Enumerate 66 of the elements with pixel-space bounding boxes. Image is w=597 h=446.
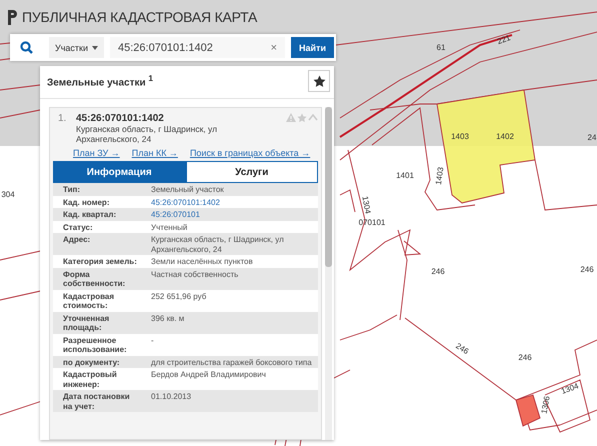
field-label: Кадастровый инженер: — [63, 370, 118, 389]
parcel-label: 1402 — [496, 132, 514, 142]
field-link[interactable]: 45:26:070101 — [151, 210, 200, 219]
object-link[interactable]: План ЗУ → — [73, 148, 120, 158]
field-value: для строительства гаражей боксового типа — [151, 358, 313, 367]
parcel-label: 1401 — [396, 171, 414, 180]
parcel-label: 246 — [431, 267, 445, 276]
parcel-label: 246 — [454, 341, 470, 356]
logo-icon — [8, 10, 17, 24]
field-value: Земли населённых пунктов — [151, 257, 254, 266]
field-label: Кад. квартал: — [63, 210, 118, 220]
field-label: Кад. номер: — [63, 198, 110, 207]
field-label: Дата постановки на учет: — [63, 392, 131, 411]
parcel-label: 61 — [436, 43, 446, 52]
parcel-label: 246 — [518, 353, 532, 362]
panel-tab[interactable]: Услуги — [186, 161, 318, 183]
find-button[interactable]: Найти — [291, 37, 334, 58]
highlighted-parcel — [515, 394, 541, 427]
parcel-address: Курганская область, г Шадринск, ул Архангельского, 24 — [76, 124, 218, 144]
parcel-label: 24 — [588, 133, 596, 142]
field-label: Тип: — [63, 185, 81, 194]
field-value: Учтенный — [151, 222, 188, 232]
field-label: Адрес: — [63, 235, 92, 246]
field-label: Статус: — [63, 222, 94, 232]
field-value: - — [151, 336, 155, 346]
category-dropdown[interactable]: Участки — [49, 37, 104, 58]
field-value: Частная собственность — [151, 270, 240, 280]
cadastral-number[interactable]: 45:26:070101:1402 — [76, 113, 280, 124]
field-label: Уточненная площадь: — [63, 314, 110, 332]
caret-icon[interactable] — [308, 113, 318, 122]
field-value: 01.10.2013 — [151, 392, 192, 403]
field-value: 396 кв. м — [151, 314, 186, 324]
field-label: Кадастровая стоимость: — [63, 292, 116, 310]
object-link[interactable]: План КК → — [132, 148, 178, 158]
field-link[interactable]: 45:26:070101:1402 — [151, 198, 220, 206]
favorites-button[interactable] — [308, 70, 330, 92]
parcel-label: 1306 — [540, 395, 552, 414]
search-field[interactable]: 45:26:070101:1402 × — [110, 37, 286, 58]
field-value: Курганская область, г Шадринск, ул Архангельского, 24 — [151, 235, 285, 254]
app-title: ПУБЛИЧНАЯ КАДАСТРОВАЯ КАРТА — [22, 9, 258, 25]
parcel-label: 246 — [580, 265, 594, 274]
star-icon[interactable] — [297, 113, 307, 123]
object-link[interactable]: Поиск в границах объекта → — [190, 148, 310, 158]
field-value: Земельный участок — [151, 185, 225, 194]
field-label: Форма собственности: — [63, 270, 126, 288]
star-icon — [312, 74, 326, 88]
field-label: Разрешенное использование: — [63, 336, 128, 354]
field-label: Категория земель: — [63, 257, 138, 266]
parcel-label: 1403 — [451, 132, 469, 142]
parcel-label: 1403 — [434, 166, 446, 186]
warning-icon[interactable] — [286, 113, 296, 122]
parcel-label: 221 — [496, 33, 512, 46]
results-heading: Земельные участки $^{1}$ — [47, 73, 154, 89]
field-label: по документу: — [63, 358, 121, 367]
scrollbar[interactable] — [325, 107, 332, 440]
caret-icon — [92, 46, 98, 50]
field-value: Бердов Андрей Владимирович — [151, 370, 267, 381]
selected-parcel[interactable] — [436, 89, 536, 204]
result-number: 1. — [57, 113, 68, 126]
search-icon[interactable] — [20, 41, 33, 54]
panel-tab[interactable]: Информация — [53, 161, 186, 183]
parcel-label: 304 — [1, 190, 15, 200]
clear-icon[interactable]: × — [270, 42, 286, 54]
field-value: 252 651,96 руб — [151, 292, 208, 303]
parcel-label: 1304 — [560, 381, 580, 396]
parcel-label: 1304 — [360, 195, 372, 214]
